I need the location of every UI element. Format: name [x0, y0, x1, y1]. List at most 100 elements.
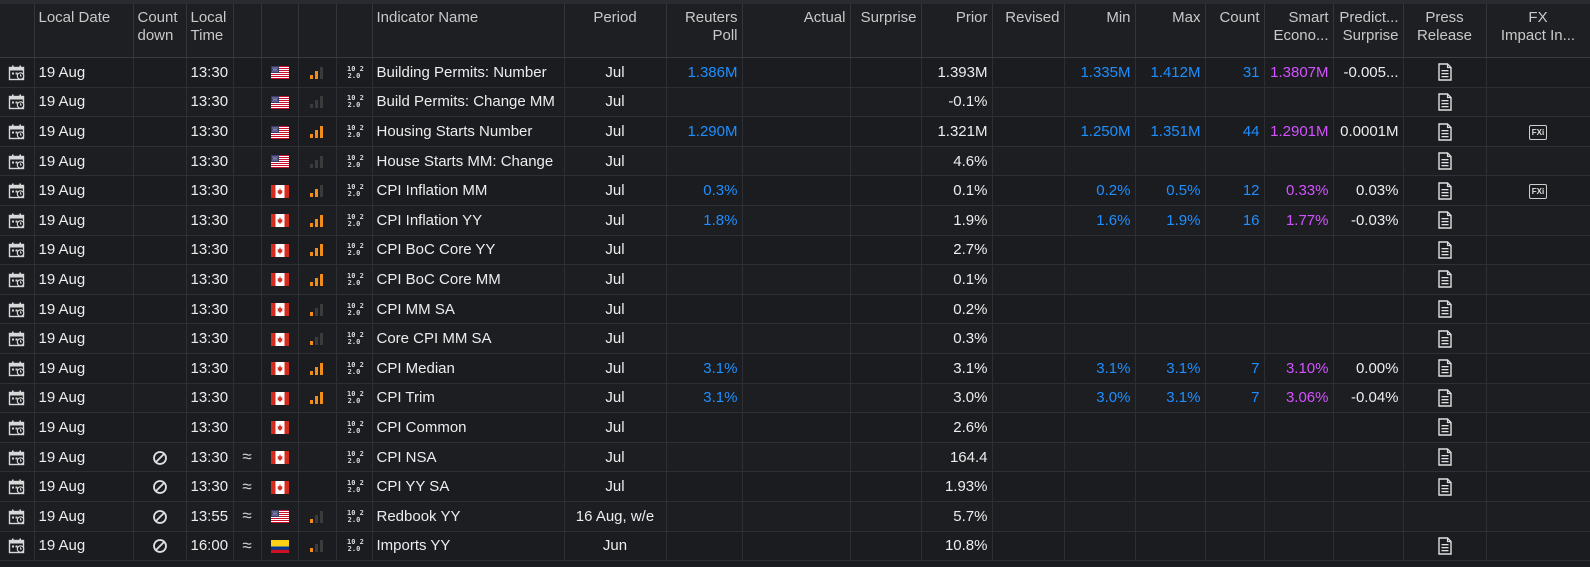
code-cell[interactable]: 10 2 2.0: [336, 146, 373, 177]
row-icon-cell[interactable]: [0, 353, 35, 384]
row-icon-cell[interactable]: [0, 323, 35, 354]
table-row[interactable]: 19 Aug 13:30 10 2 2.0 CPI BoC Core MM Jul 0.1%: [0, 264, 1590, 295]
calendar-event-icon[interactable]: [8, 331, 26, 347]
code-cell[interactable]: 10 2 2.0: [336, 501, 373, 532]
press-release-cell[interactable]: [1403, 146, 1487, 177]
calendar-event-icon[interactable]: [8, 154, 26, 170]
table-row[interactable]: 19 Aug 13:30 10 2 2.0 CPI Inflation YY Jul 1.8…: [0, 205, 1590, 236]
header-flag[interactable]: [261, 4, 299, 58]
fx-impact-cell[interactable]: [1486, 471, 1590, 502]
document-icon[interactable]: [1437, 152, 1453, 170]
calendar-event-icon[interactable]: [8, 509, 26, 525]
press-release-cell[interactable]: [1403, 205, 1487, 236]
document-icon[interactable]: [1437, 122, 1453, 141]
indicator-name-cell[interactable]: Imports YY: [372, 531, 565, 562]
row-icon-cell[interactable]: [0, 412, 35, 443]
header-actual[interactable]: Actual: [742, 4, 851, 58]
row-icon-cell[interactable]: [0, 264, 35, 295]
header-local-date[interactable]: Local Date: [34, 4, 134, 58]
calendar-event-icon[interactable]: [8, 272, 26, 288]
row-icon-cell[interactable]: [0, 471, 35, 502]
code-cell[interactable]: 10 2 2.0: [336, 87, 373, 118]
header-revised[interactable]: Revised: [992, 4, 1065, 58]
table-row[interactable]: 19 Aug 13:30 10 2 2.0 Building Permits: Numb…: [0, 57, 1590, 88]
document-icon[interactable]: [1437, 211, 1453, 229]
fx-impact-cell[interactable]: [1486, 146, 1590, 177]
header-local-time[interactable]: Local Time: [186, 4, 234, 58]
table-row[interactable]: 19 Aug 13:30 10 2 2.0 House Starts MM: Chang…: [0, 146, 1590, 177]
press-release-cell[interactable]: [1403, 383, 1487, 414]
fx-impact-cell[interactable]: [1486, 294, 1590, 325]
document-icon[interactable]: [1437, 448, 1453, 466]
code-cell[interactable]: 10 2 2.0: [336, 383, 373, 414]
press-release-cell[interactable]: [1403, 353, 1487, 384]
document-icon[interactable]: [1437, 537, 1453, 555]
calendar-event-icon[interactable]: [8, 479, 26, 495]
header-importance[interactable]: [298, 4, 337, 58]
header-count-down[interactable]: Count down: [133, 4, 187, 58]
table-row[interactable]: 19 Aug 13:30 10 2 2.0 Housing Starts Number J…: [0, 116, 1590, 147]
code-cell[interactable]: 10 2 2.0: [336, 205, 373, 236]
fx-impact-cell[interactable]: [1486, 205, 1590, 236]
document-icon[interactable]: [1437, 329, 1453, 348]
fx-impact-cell[interactable]: [1486, 323, 1590, 354]
indicator-name-cell[interactable]: CPI Trim: [372, 383, 565, 414]
fx-impact-cell[interactable]: FXi: [1486, 116, 1590, 147]
press-release-cell[interactable]: [1403, 264, 1487, 295]
table-row[interactable]: 19 Aug 16:00 ≈10 2 2.0 Imports YY Jun 10.8%: [0, 531, 1590, 562]
header-code[interactable]: [336, 4, 373, 58]
document-icon[interactable]: [1437, 63, 1453, 82]
code-cell[interactable]: 10 2 2.0: [336, 442, 373, 473]
calendar-event-icon[interactable]: [8, 450, 26, 466]
row-icon-cell[interactable]: [0, 175, 35, 206]
indicator-name-cell[interactable]: Housing Starts Number: [372, 116, 565, 147]
header-smart-economist[interactable]: Smart Econo...: [1264, 4, 1334, 58]
indicator-name-cell[interactable]: CPI BoC Core MM: [372, 264, 565, 295]
document-icon[interactable]: [1437, 93, 1453, 111]
code-cell[interactable]: 10 2 2.0: [336, 116, 373, 147]
header-max[interactable]: Max: [1135, 4, 1206, 58]
document-icon[interactable]: [1437, 389, 1453, 407]
table-row[interactable]: 19 Aug 13:30 10 2 2.0 CPI Trim Jul 3.1% 3.0% 3.0…: [0, 383, 1590, 414]
fx-impact-cell[interactable]: [1486, 412, 1590, 443]
calendar-event-icon[interactable]: [8, 94, 26, 110]
indicator-name-cell[interactable]: Core CPI MM SA: [372, 323, 565, 354]
code-cell[interactable]: 10 2 2.0: [336, 175, 373, 206]
table-row[interactable]: 19 Aug 13:30 10 2 2.0 Core CPI MM SA Jul 0.3%: [0, 323, 1590, 354]
indicator-name-cell[interactable]: CPI Common: [372, 412, 565, 443]
header-predicted-surprise[interactable]: Predict... Surprise: [1333, 4, 1404, 58]
header-icon[interactable]: [0, 4, 35, 58]
indicator-name-cell[interactable]: CPI Median: [372, 353, 565, 384]
row-icon-cell[interactable]: [0, 205, 35, 236]
press-release-cell[interactable]: [1403, 412, 1487, 443]
press-release-cell[interactable]: [1403, 471, 1487, 502]
fx-impact-icon[interactable]: FXi: [1528, 183, 1548, 199]
table-row[interactable]: 19 Aug 13:30 ≈10 2 2.0 CPI NSA Jul 164.4: [0, 442, 1590, 473]
header-surprise[interactable]: Surprise: [850, 4, 922, 58]
row-icon-cell[interactable]: [0, 146, 35, 177]
press-release-cell[interactable]: [1403, 294, 1487, 325]
fx-impact-cell[interactable]: FXi: [1486, 175, 1590, 206]
calendar-event-icon[interactable]: [8, 538, 26, 554]
press-release-cell[interactable]: [1403, 175, 1487, 206]
code-cell[interactable]: 10 2 2.0: [336, 531, 373, 562]
code-cell[interactable]: 10 2 2.0: [336, 264, 373, 295]
press-release-cell[interactable]: [1403, 501, 1487, 532]
document-icon[interactable]: [1437, 241, 1453, 259]
press-release-cell[interactable]: [1403, 57, 1487, 88]
calendar-event-icon[interactable]: [8, 390, 26, 406]
press-release-cell[interactable]: [1403, 531, 1487, 562]
row-icon-cell[interactable]: [0, 235, 35, 266]
press-release-cell[interactable]: [1403, 323, 1487, 354]
row-icon-cell[interactable]: [0, 442, 35, 473]
table-row[interactable]: 19 Aug 13:30 10 2 2.0 CPI Common Jul 2.6%: [0, 412, 1590, 443]
table-row[interactable]: 19 Aug 13:55 ≈10 2 2.0 Redbook YY 16 Aug, w/e…: [0, 501, 1590, 532]
fx-impact-cell[interactable]: [1486, 57, 1590, 88]
indicator-name-cell[interactable]: CPI Inflation YY: [372, 205, 565, 236]
row-icon-cell[interactable]: [0, 57, 35, 88]
code-cell[interactable]: 10 2 2.0: [336, 323, 373, 354]
row-icon-cell[interactable]: [0, 531, 35, 562]
indicator-name-cell[interactable]: CPI BoC Core YY: [372, 235, 565, 266]
fx-impact-cell[interactable]: [1486, 531, 1590, 562]
row-icon-cell[interactable]: [0, 294, 35, 325]
